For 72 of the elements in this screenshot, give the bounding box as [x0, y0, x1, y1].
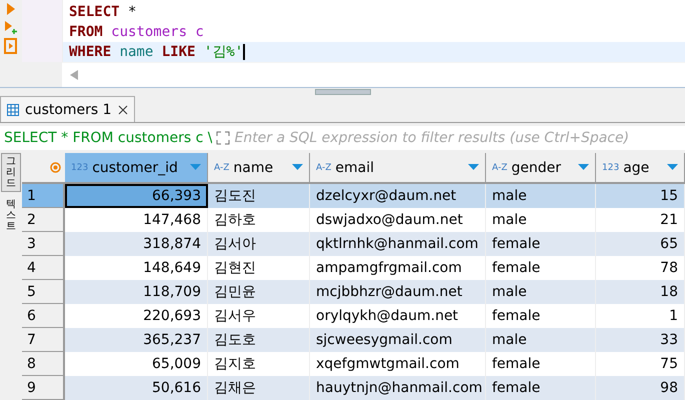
- filter-query: SELECT * FROM customers c \: [0, 126, 212, 150]
- sort-arrow-icon[interactable]: [578, 164, 589, 171]
- table-cell: 김민윤: [208, 280, 310, 304]
- table-cell: male: [486, 280, 596, 304]
- column-header[interactable]: 123 customer_id: [65, 153, 208, 184]
- table-cell: 김도호: [208, 328, 310, 352]
- sort-arrow-icon[interactable]: [292, 164, 303, 171]
- run-add-icon[interactable]: [4, 20, 18, 34]
- table-cell: 65: [596, 232, 685, 256]
- table-cell: female: [486, 376, 596, 400]
- number-type-icon: 123: [602, 162, 620, 172]
- sql-table: customers c: [111, 22, 204, 42]
- table-cell: 118,709: [65, 280, 208, 304]
- row-number[interactable]: 7: [22, 328, 65, 352]
- sql-column: name: [120, 42, 154, 62]
- table-cell: mcjbbhzr@daum.net: [310, 280, 486, 304]
- row-number[interactable]: 3: [22, 232, 65, 256]
- row-number[interactable]: 6: [22, 304, 65, 328]
- table-cell: 50,616: [65, 376, 208, 400]
- result-tab[interactable]: customers 1: [0, 96, 135, 122]
- table-cell: male: [486, 328, 596, 352]
- table-cell: sjcweesygmail.com: [310, 328, 486, 352]
- sort-arrow-icon[interactable]: [468, 164, 479, 171]
- sort-arrow-icon[interactable]: [667, 164, 678, 171]
- table-cell: 김채은: [208, 376, 310, 400]
- table-icon: [7, 104, 19, 116]
- side-tab[interactable]: 텍스트: [1, 196, 21, 235]
- column-header[interactable]: 123 age: [596, 153, 685, 184]
- table-cell: male: [486, 184, 596, 208]
- sql-keyword: FROM: [69, 23, 103, 42]
- row-number[interactable]: 8: [22, 352, 65, 376]
- table-cell: 18: [596, 280, 685, 304]
- scroll-left-icon[interactable]: [70, 70, 78, 80]
- text-type-icon: A-Z: [492, 162, 508, 172]
- script-run-icon[interactable]: [4, 38, 18, 54]
- sql-string: '김%': [204, 43, 244, 62]
- side-tab[interactable]: 그리드: [1, 153, 21, 192]
- sort-arrow-icon[interactable]: [190, 164, 201, 171]
- row-number[interactable]: 9: [22, 376, 65, 400]
- column-header[interactable]: A-Z gender: [486, 153, 596, 184]
- sql-keyword: SELECT: [69, 3, 120, 22]
- table-cell: dzelcyxr@daum.net: [310, 184, 486, 208]
- text-type-icon: A-Z: [214, 162, 230, 172]
- text-type-icon: A-Z: [316, 162, 332, 172]
- table-cell: 15: [596, 184, 685, 208]
- run-icon[interactable]: [6, 2, 16, 16]
- table-cell: 김도진: [208, 184, 310, 208]
- row-number[interactable]: 1: [22, 184, 65, 208]
- text-cursor: [243, 44, 246, 60]
- sql-keyword: WHERE: [69, 43, 112, 62]
- table-cell: 33: [596, 328, 685, 352]
- close-icon[interactable]: [118, 104, 128, 114]
- table-cell: 318,874: [65, 232, 208, 256]
- splitter-handle[interactable]: [314, 89, 370, 95]
- filter-input[interactable]: Enter a SQL expression to filter results (use Ctrl+Space): [234, 126, 685, 150]
- table-cell: 66,393: [65, 184, 208, 208]
- table-cell: 98: [596, 376, 685, 400]
- table-cell: 365,237: [65, 328, 208, 352]
- table-cell: 김서아: [208, 232, 310, 256]
- table-cell: qktlrnhk@hanmail.com: [310, 232, 486, 256]
- expand-icon[interactable]: [216, 131, 230, 145]
- column-header[interactable]: A-Z name: [208, 153, 310, 184]
- column-header[interactable]: A-Z email: [310, 153, 486, 184]
- number-type-icon: 123: [71, 162, 88, 172]
- sql-keyword: LIKE: [162, 43, 196, 62]
- row-number[interactable]: 2: [22, 208, 65, 232]
- table-cell: female: [486, 232, 596, 256]
- row-number[interactable]: 5: [22, 280, 65, 304]
- code-text: *: [128, 3, 136, 22]
- table-cell: hauytnjn@hanmail.com: [310, 376, 486, 400]
- row-number[interactable]: 4: [22, 256, 65, 280]
- target-icon[interactable]: [50, 162, 61, 173]
